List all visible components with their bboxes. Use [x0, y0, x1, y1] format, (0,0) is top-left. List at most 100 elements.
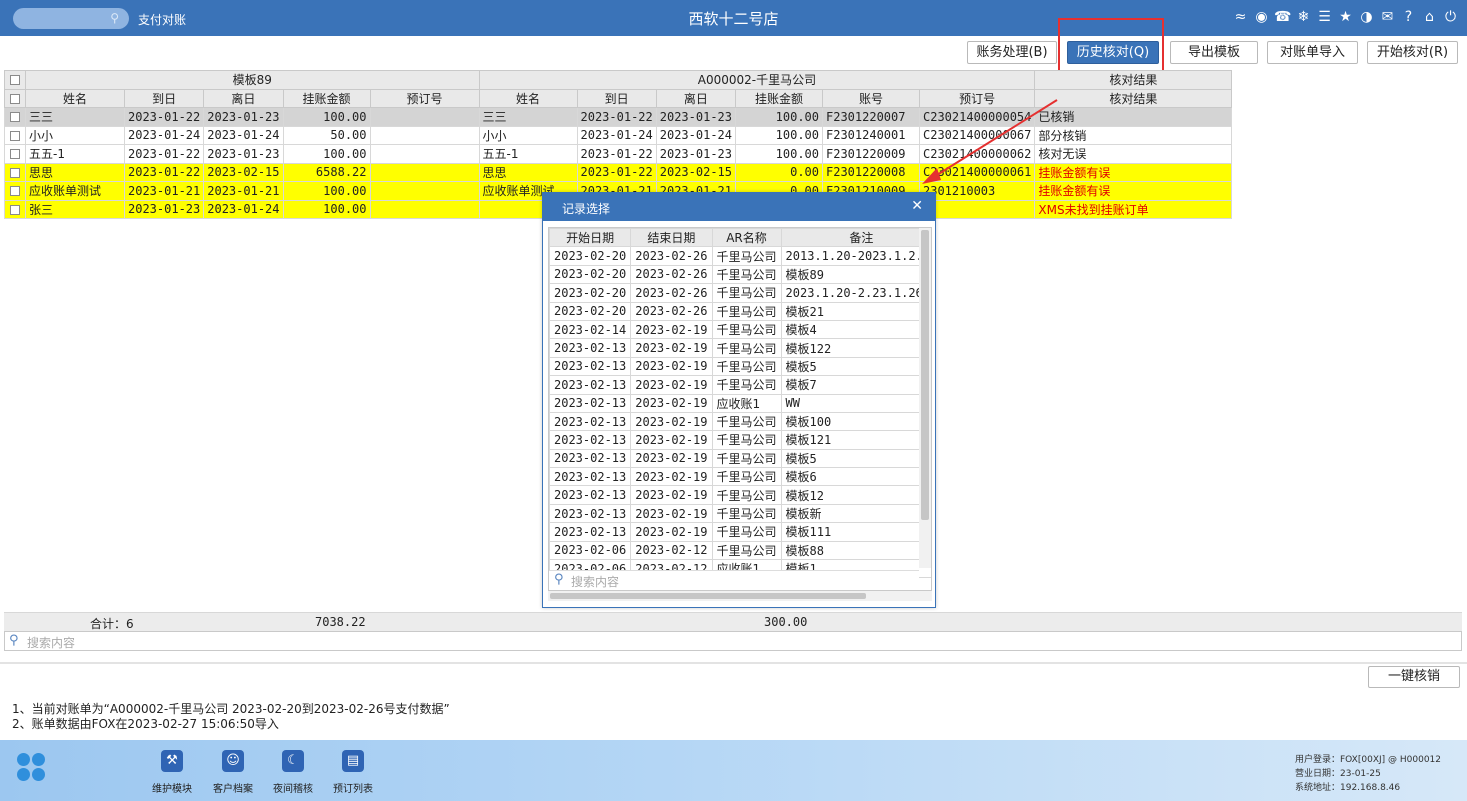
cell: 2023-01-22 [123, 162, 205, 182]
power-icon[interactable]: ⏻ [1442, 9, 1459, 26]
row-checkbox[interactable] [4, 199, 26, 219]
col-header[interactable]: 预订号 [369, 88, 480, 108]
record-row[interactable]: 2023-02-13 2023-02-19 千里马公司 模板111 [549, 522, 931, 542]
grid-search-input[interactable]: ⚲ 搜索内容 [4, 631, 1462, 651]
header-checkbox[interactable] [4, 88, 26, 108]
record-cell: 千里马公司 [711, 375, 782, 395]
row-checkbox[interactable] [4, 125, 26, 145]
start-check-button[interactable]: 开始核对(R) [1367, 41, 1458, 64]
record-row[interactable]: 2023-02-13 2023-02-19 千里马公司 模板5 [549, 356, 931, 377]
row-checkbox[interactable] [4, 107, 26, 127]
cell: 100.00 [282, 199, 371, 219]
module-customer-profile[interactable]: ☺ 客户档案 [203, 750, 263, 795]
record-row[interactable]: 2023-02-13 2023-02-19 应收账1 WW [549, 393, 931, 413]
col-header[interactable]: 姓名 [478, 88, 578, 108]
wifi-icon[interactable]: ≈ [1232, 9, 1249, 26]
record-row[interactable]: 2023-02-13 2023-02-19 千里马公司 模板新 [549, 503, 931, 524]
col-header[interactable]: 开始日期 [549, 228, 632, 248]
horizontal-scrollbar[interactable] [548, 591, 932, 601]
record-cell: 2023-02-13 [549, 375, 632, 395]
col-header[interactable]: AR名称 [711, 228, 782, 248]
record-row[interactable]: 2023-02-13 2023-02-19 千里马公司 模板5 [549, 448, 931, 469]
record-row[interactable]: 2023-02-20 2023-02-26 千里马公司 2013.1.20-2023.… [549, 246, 931, 266]
dialog-search-input[interactable]: ⚲ 搜索内容 [549, 570, 919, 590]
select-all-checkbox[interactable] [4, 70, 26, 90]
col-header[interactable]: 离日 [203, 88, 284, 108]
record-cell: 2023-02-19 [630, 393, 713, 413]
row-checkbox[interactable] [4, 144, 26, 164]
module-night-audit[interactable]: ☾ 夜间稽核 [263, 750, 323, 795]
cell: 五五-1 [478, 144, 578, 164]
account-process-button[interactable]: 账务处理(B) [967, 41, 1057, 64]
export-template-button[interactable]: 导出模板 [1170, 41, 1258, 64]
record-cell: 2023-02-19 [630, 430, 713, 450]
record-cell: 2023-02-20 [549, 264, 632, 285]
record-row[interactable]: 2023-02-20 2023-02-26 千里马公司 模板21 [549, 301, 931, 321]
col-header[interactable]: 核对结果 [1034, 88, 1233, 108]
cell: 2023-01-24 [123, 125, 205, 145]
phone-icon[interactable]: ☎ [1274, 9, 1291, 26]
record-cell: 2023-02-26 [630, 283, 713, 303]
table-row[interactable]: 小小 2023-01-24 2023-01-24 50.00 小小 2023-0… [4, 125, 1233, 145]
col-header[interactable]: 挂账金额 [282, 88, 371, 108]
chat-icon[interactable]: ◉ [1253, 9, 1270, 26]
row-checkbox[interactable] [4, 181, 26, 201]
record-row[interactable]: 2023-02-13 2023-02-19 千里马公司 模板12 [549, 485, 931, 505]
col-header[interactable]: 挂账金额 [735, 88, 823, 108]
record-row[interactable]: 2023-02-13 2023-02-19 千里马公司 模板122 [549, 338, 931, 358]
cell: 6588.22 [282, 162, 371, 182]
col-header[interactable]: 离日 [655, 88, 737, 108]
record-row[interactable]: 2023-02-13 2023-02-19 千里马公司 模板100 [549, 411, 931, 432]
one-key-writeoff-button[interactable]: 一键核销 [1368, 666, 1460, 688]
record-cell: 千里马公司 [711, 503, 782, 524]
record-cell: 2023.1.20-2.23.1.26 [780, 283, 931, 303]
global-search[interactable]: ⚲ [13, 8, 129, 29]
record-row[interactable]: 2023-02-20 2023-02-26 千里马公司 2023.1.20-2.23.… [549, 283, 931, 303]
col-header[interactable]: 姓名 [25, 88, 125, 108]
table-row[interactable]: 思思 2023-01-22 2023-02-15 6588.22 思思 2023… [4, 162, 1233, 182]
cell: 五五-1 [25, 144, 125, 164]
help-icon[interactable]: ? [1400, 9, 1417, 26]
list-icon: ▤ [342, 750, 364, 772]
record-cell: 2023-02-19 [630, 522, 713, 542]
contrast-icon[interactable]: ◑ [1358, 9, 1375, 26]
record-row[interactable]: 2023-02-13 2023-02-19 千里马公司 模板6 [549, 467, 931, 487]
col-header[interactable]: 到日 [123, 88, 205, 108]
record-cell: 千里马公司 [711, 356, 782, 377]
cell: C23021400000061 [918, 162, 1036, 182]
star-icon[interactable]: ★ [1337, 9, 1354, 26]
cell: 2023-02-15 [655, 162, 737, 182]
home-icon[interactable]: ⌂ [1421, 9, 1438, 26]
col-header[interactable]: 账号 [822, 88, 920, 108]
palette-icon[interactable]: ❄ [1295, 9, 1312, 26]
search-icon[interactable]: ⚲ [110, 11, 119, 25]
record-cell: 千里马公司 [711, 264, 782, 285]
cell [369, 144, 480, 164]
col-header[interactable]: 备注 [780, 228, 931, 248]
app-logo-icon[interactable] [17, 753, 47, 783]
module-reservation-list[interactable]: ▤ 预订列表 [323, 750, 383, 795]
titlebar-icons: ≈ ◉ ☎ ❄ ☰ ★ ◑ ✉ ? ⌂ ⏻ [1232, 9, 1459, 26]
cell: 100.00 [735, 144, 823, 164]
cell: 2023-01-22 [123, 144, 205, 164]
record-row[interactable]: 2023-02-06 2023-02-12 千里马公司 模板88 [549, 540, 931, 561]
record-row[interactable]: 2023-02-13 2023-02-19 千里马公司 模板121 [549, 430, 931, 450]
table-row[interactable]: 三三 2023-01-22 2023-01-23 100.00 三三 2023-… [4, 107, 1233, 127]
vertical-scrollbar[interactable] [919, 228, 931, 568]
row-checkbox[interactable] [4, 162, 26, 182]
close-icon[interactable]: ✕ [911, 198, 923, 214]
col-header[interactable]: 结束日期 [630, 228, 713, 248]
record-cell: 千里马公司 [711, 338, 782, 358]
col-header[interactable]: 到日 [576, 88, 657, 108]
record-row[interactable]: 2023-02-20 2023-02-26 千里马公司 模板89 [549, 264, 931, 285]
col-header[interactable]: 预订号 [918, 88, 1036, 108]
statement-import-button[interactable]: 对账单导入 [1267, 41, 1358, 64]
table-row[interactable]: 五五-1 2023-01-22 2023-01-23 100.00 五五-1 2… [4, 144, 1233, 164]
cell: 2023-01-21 [203, 181, 284, 201]
menu-icon[interactable]: ☰ [1316, 9, 1333, 26]
record-row[interactable]: 2023-02-14 2023-02-19 千里马公司 模板4 [549, 319, 931, 340]
module-maintenance[interactable]: ⚒ 维护模块 [142, 750, 202, 795]
record-cell: 2023-02-20 [549, 301, 632, 321]
mail-icon[interactable]: ✉ [1379, 9, 1396, 26]
record-row[interactable]: 2023-02-13 2023-02-19 千里马公司 模板7 [549, 375, 931, 395]
